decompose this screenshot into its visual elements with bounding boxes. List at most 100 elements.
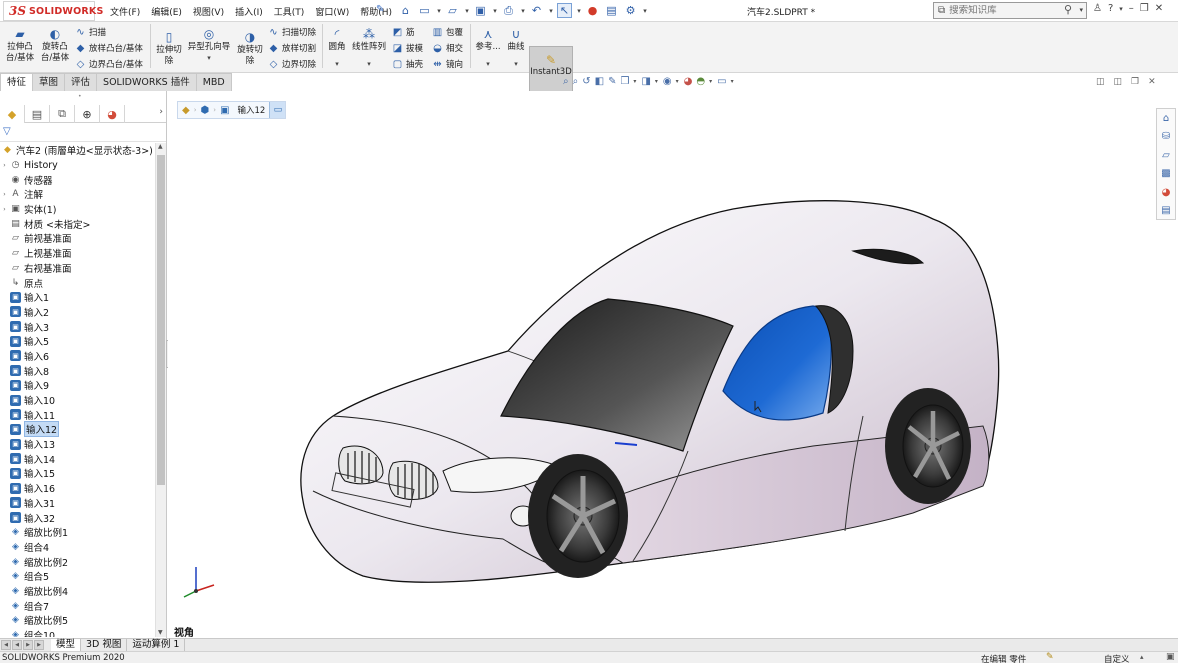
breadcrumb-face-icon[interactable]: ▭ <box>269 102 286 118</box>
options-dropdown-icon[interactable]: ▾ <box>642 3 648 18</box>
hole-wizard-button[interactable]: ◎ 异型孔向导 ▾ <box>186 27 232 64</box>
tree-node[interactable]: ◈ 缩放比例2 <box>0 554 154 569</box>
save-icon[interactable]: ▣ <box>473 3 488 18</box>
tree-node[interactable]: ▣ 输入32 <box>0 510 154 525</box>
print-dropdown-icon[interactable]: ▾ <box>520 3 526 18</box>
search-dropdown-icon[interactable]: ▾ <box>1079 6 1083 14</box>
fillet-button[interactable]: ◜ 圆角 ▾ <box>326 27 348 70</box>
view-settings-dropdown-icon[interactable]: ▾ <box>731 78 734 85</box>
boundary-cut-button[interactable]: ◇ 边界切除 <box>267 58 316 71</box>
scrollbar-thumb[interactable] <box>157 155 165 485</box>
search-input[interactable] <box>949 5 1050 16</box>
swept-cut-button[interactable]: ∿ 扫描切除 <box>267 26 316 39</box>
view-orientation-icon[interactable]: ❒ <box>620 76 629 87</box>
tab-model[interactable]: 模型 <box>51 638 82 652</box>
tree-node[interactable]: › ◷ History <box>0 158 154 173</box>
dimxpert-manager-tab[interactable]: ⊕ <box>75 105 100 123</box>
tree-node[interactable]: ◈ 组合7 <box>0 598 154 613</box>
tree-node[interactable]: ↳ 原点 <box>0 275 154 290</box>
section-view-icon[interactable]: ◧ <box>595 76 604 87</box>
home-icon[interactable]: ⌂ <box>398 3 413 18</box>
close-icon[interactable]: ✕ <box>1155 3 1163 14</box>
intersect-button[interactable]: ◒ 相交 <box>431 42 463 55</box>
tree-node[interactable]: ▱ 前视基准面 <box>0 231 154 246</box>
tree-node[interactable]: ◈ 缩放比例4 <box>0 584 154 599</box>
tree-node[interactable]: ▱ 右视基准面 <box>0 261 154 276</box>
display-style-dropdown-icon[interactable]: ▾ <box>655 78 658 85</box>
view-settings-icon[interactable]: ▭ <box>717 76 726 87</box>
unit-system[interactable]: 自定义 <box>1104 653 1130 663</box>
tree-node[interactable]: ▣ 输入11 <box>0 407 154 422</box>
menu-window[interactable]: 窗口(W) <box>315 5 349 18</box>
tab-addins[interactable]: SOLIDWORKS 插件 <box>96 73 197 91</box>
print-icon[interactable]: ⎙ <box>501 3 516 18</box>
tab-evaluate[interactable]: 评估 <box>64 73 98 91</box>
dynamic-annotation-icon[interactable]: ✎ <box>608 76 616 87</box>
viewport-tile-icon[interactable]: ◫ <box>1114 77 1123 87</box>
file-explorer-icon[interactable]: ▱ <box>1157 146 1175 165</box>
curves-button[interactable]: ∪ 曲线 ▾ <box>505 27 527 70</box>
tree-node[interactable]: ▱ 上视基准面 <box>0 246 154 261</box>
undo-icon[interactable]: ↶ <box>529 3 544 18</box>
scroll-down-icon[interactable]: ▼ <box>158 629 163 636</box>
configuration-manager-tab[interactable]: ⧉ <box>50 105 75 123</box>
tree-node[interactable]: ▣ 输入9 <box>0 378 154 393</box>
search-icon[interactable]: ⚲ <box>1064 3 1072 16</box>
menu-view[interactable]: 视图(V) <box>193 5 224 18</box>
tree-node[interactable]: ◉ 传感器 <box>0 172 154 187</box>
apply-scene-icon[interactable]: ◓ <box>696 76 705 87</box>
tree-node[interactable]: ▣ 输入1 <box>0 290 154 305</box>
feature-manager-tab[interactable]: ◆ <box>0 105 25 123</box>
view-palette-icon[interactable]: ▩ <box>1157 165 1175 184</box>
tree-node[interactable]: ▤ 材质 <未指定> <box>0 216 154 231</box>
display-style-icon[interactable]: ◨ <box>641 76 650 87</box>
viewport-restore-icon[interactable]: ❐ <box>1131 77 1139 87</box>
unit-system-dropdown-icon[interactable]: ▴ <box>1140 653 1144 661</box>
select-cursor-icon[interactable]: ↖ <box>557 3 572 18</box>
loft-boss-button[interactable]: ◆ 放样凸台/基体 <box>74 42 143 55</box>
rebuild-status-icon[interactable]: ✎ <box>1046 652 1054 662</box>
hide-show-items-icon[interactable]: ◉ <box>663 76 672 87</box>
new-document-icon[interactable]: ▭ <box>417 3 432 18</box>
zoom-to-fit-icon[interactable]: ⌕ <box>563 76 569 87</box>
tree-node[interactable]: ◈ 组合10 <box>0 628 154 637</box>
tree-node[interactable]: ◈ 缩放比例1 <box>0 525 154 540</box>
expand-arrow-icon[interactable]: › <box>0 206 9 213</box>
linear-pattern-button[interactable]: ⁂ 线性阵列 ▾ <box>350 27 388 70</box>
open-folder-icon[interactable]: ▱ <box>445 3 460 18</box>
tab-features[interactable]: 特征 <box>0 73 34 91</box>
help-icon[interactable]: ? <box>1108 3 1113 14</box>
options-gear-icon[interactable]: ⚙ <box>623 3 638 18</box>
save-dropdown-icon[interactable]: ▾ <box>492 3 498 18</box>
tree-node[interactable]: › A 注解 <box>0 187 154 202</box>
solidworks-logo[interactable]: 3S SOLIDWORKS <box>3 1 103 21</box>
linear-pattern-dropdown-icon[interactable]: ▾ <box>367 59 371 70</box>
breadcrumb-feature-icon[interactable]: ▣ <box>216 105 233 116</box>
tab-mbd[interactable]: MBD <box>195 73 232 91</box>
viewport-split-icon[interactable]: ◫ <box>1096 77 1105 87</box>
reference-dropdown-icon[interactable]: ▾ <box>486 59 490 70</box>
wrap-button[interactable]: ▥ 包覆 <box>431 26 463 39</box>
previous-view-icon[interactable]: ↺ <box>582 76 590 87</box>
tree-node[interactable]: ▣ 输入31 <box>0 496 154 511</box>
menu-tools[interactable]: 工具(T) <box>274 5 305 18</box>
user-account-icon[interactable]: ♙ <box>1093 3 1102 14</box>
solidworks-resources-icon[interactable]: ⌂ <box>1157 109 1175 128</box>
last-tab-icon[interactable]: ▶ <box>34 640 44 650</box>
tree-node[interactable]: ▣ 输入8 <box>0 363 154 378</box>
open-dropdown-icon[interactable]: ▾ <box>464 3 470 18</box>
lofted-cut-button[interactable]: ◆ 放样切割 <box>267 42 316 55</box>
filter-icon[interactable]: ▽ <box>3 126 11 137</box>
prev-tab-icon[interactable]: ◀ <box>12 640 22 650</box>
scroll-up-icon[interactable]: ▲ <box>158 143 163 150</box>
tree-node[interactable]: › ▣ 实体(1) <box>0 202 154 217</box>
fillet-dropdown-icon[interactable]: ▾ <box>335 59 339 70</box>
feature-tree-scrollbar[interactable]: ▲ ▼ <box>155 143 166 637</box>
zoom-to-area-icon[interactable]: ⌕ <box>573 76 579 87</box>
tab-3d-views[interactable]: 3D 视图 <box>81 638 128 652</box>
revolve-boss-button[interactable]: ◐ 旋转凸 台/基体 <box>39 27 71 64</box>
mirror-button[interactable]: ⇹ 镜向 <box>431 58 463 71</box>
custom-properties-icon[interactable]: ▤ <box>1157 202 1175 221</box>
view-orientation-dropdown-icon[interactable]: ▾ <box>633 78 636 85</box>
new-dropdown-icon[interactable]: ▾ <box>436 3 442 18</box>
